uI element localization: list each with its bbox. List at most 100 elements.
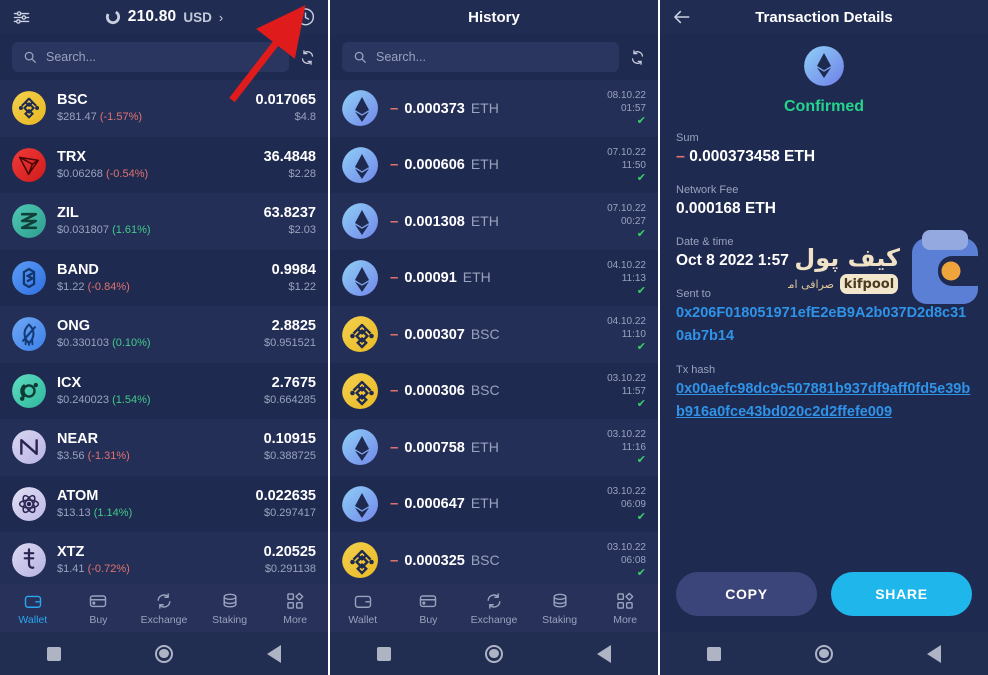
coin-usd-value: $0.951521 — [264, 337, 316, 350]
transaction-row[interactable]: – 0.000373 ETH 08.10.22 01:57 ✔ — [330, 80, 658, 137]
details-screen: Transaction Details Confirmed Sum – 0.00… — [660, 0, 988, 632]
exchange-icon — [484, 591, 504, 611]
transaction-symbol: ETH — [462, 269, 491, 286]
coin-row[interactable]: TRX $0.06268 (-0.54%) 36.4848 $2.28 — [0, 136, 328, 193]
transaction-date: 03.10.22 — [607, 542, 646, 554]
coin-quantity: 2.8825 — [271, 318, 316, 335]
tab-staking[interactable]: Staking — [197, 591, 263, 626]
coin-row[interactable]: XTZ $1.41 (-0.72%) 0.20525 $0.291138 — [0, 532, 328, 584]
card-icon — [418, 591, 438, 611]
history-clock-icon[interactable] — [295, 7, 316, 28]
transaction-time: 00:27 — [620, 216, 646, 228]
tab-buy[interactable]: Buy — [396, 591, 462, 626]
field-sent-to: Sent to 0x206F018051971efE2eB9A2b037D2d8… — [676, 286, 972, 348]
coin-list[interactable]: BSC $281.47 (-1.57%) 0.017065 $4.8 TRX $… — [0, 80, 328, 584]
wallet-header: 210.80 USD › — [0, 0, 328, 34]
transaction-row[interactable]: – 0.000307 BSC 04.10.22 11:10 ✔ — [330, 306, 658, 363]
history-search-input[interactable]: Search... — [342, 42, 619, 72]
coin-info: ZIL $0.031807 (1.61%) — [57, 204, 253, 238]
recents-square-icon[interactable] — [377, 646, 391, 661]
back-arrow-icon[interactable] — [672, 0, 692, 34]
back-triangle-icon[interactable] — [597, 644, 611, 663]
status-check-icon: ✔ — [636, 171, 646, 184]
home-circle-icon[interactable] — [815, 644, 833, 663]
coin-price-row: $1.22 (-0.84%) — [57, 279, 261, 295]
settings-sliders-icon[interactable] — [12, 8, 31, 27]
coin-usd-value: $2.03 — [288, 224, 316, 237]
tab-buy[interactable]: Buy — [66, 591, 132, 626]
transaction-amount: 0.001308 — [404, 213, 465, 230]
coin-row[interactable]: NEAR $3.56 (-1.31%) 0.10915 $0.388725 — [0, 419, 328, 476]
coin-change-percent: (-0.84%) — [87, 280, 130, 293]
sent-to-address[interactable]: 0x206F018051971efE2eB9A2b037D2d8c310ab7b… — [676, 302, 972, 348]
coin-change-percent: (1.14%) — [93, 506, 133, 519]
coin-row[interactable]: ONG $0.330103 (0.10%) 2.8825 $0.951521 — [0, 306, 328, 363]
transaction-row[interactable]: – 0.00091 ETH 04.10.22 11:13 ✔ — [330, 249, 658, 306]
coin-row[interactable]: BSC $281.47 (-1.57%) 0.017065 $4.8 — [0, 80, 328, 137]
transaction-row[interactable]: – 0.000758 ETH 03.10.22 11:16 ✔ — [330, 419, 658, 476]
tab-exchange[interactable]: Exchange — [461, 591, 527, 626]
transaction-meta: 07.10.22 11:50 ✔ — [607, 146, 646, 184]
transaction-symbol: BSC — [470, 551, 500, 568]
share-button[interactable]: SHARE — [831, 572, 972, 616]
coin-usd-value: $0.388725 — [264, 450, 316, 463]
transaction-row[interactable]: – 0.000606 ETH 07.10.22 11:50 ✔ — [330, 136, 658, 193]
tab-wallet[interactable]: Wallet — [330, 591, 396, 626]
sum-value: – 0.000373458 ETH — [676, 146, 972, 168]
back-triangle-icon[interactable] — [267, 644, 281, 663]
coin-price: $13.13 — [57, 506, 91, 519]
tab-wallet[interactable]: Wallet — [0, 591, 66, 626]
transaction-meta: 04.10.22 11:13 ✔ — [607, 259, 646, 297]
refresh-icon[interactable] — [629, 49, 646, 66]
screenshot-stage: 210.80 USD › Search... BSC $281.47 (-1.5… — [0, 0, 988, 675]
transaction-row[interactable]: – 0.000325 BSC 03.10.22 06:08 ✔ — [330, 532, 658, 584]
transaction-amount-group: – 0.000306 BSC — [390, 382, 595, 399]
transaction-row[interactable]: – 0.000647 ETH 03.10.22 06:09 ✔ — [330, 475, 658, 532]
balance-amount: 210.80 — [127, 8, 177, 25]
xtz-coin-icon — [12, 543, 46, 578]
search-input[interactable]: Search... — [12, 42, 289, 72]
refresh-icon[interactable] — [299, 49, 316, 66]
minus-sign: – — [390, 438, 399, 456]
eth-coin-icon — [804, 46, 844, 86]
tx-hash-link[interactable]: 0x00aefc98dc9c507881b937df9aff0fd5e39bb9… — [676, 378, 972, 424]
transaction-meta: 03.10.22 11:16 ✔ — [607, 428, 646, 466]
coin-price: $1.41 — [57, 563, 85, 576]
coin-change-percent: (0.10%) — [112, 337, 151, 350]
field-datetime: Date & time Oct 8 2022 1:57 — [676, 234, 972, 272]
sent-to-label: Sent to — [676, 288, 711, 300]
home-circle-icon[interactable] — [155, 644, 173, 663]
transaction-list[interactable]: – 0.000373 ETH 08.10.22 01:57 ✔ – 0.0006… — [330, 80, 658, 584]
back-triangle-icon[interactable] — [927, 644, 941, 663]
transaction-row[interactable]: – 0.001308 ETH 07.10.22 00:27 ✔ — [330, 193, 658, 250]
coin-row[interactable]: BAND $1.22 (-0.84%) 0.9984 $1.22 — [0, 249, 328, 306]
bsc-coin-icon — [342, 316, 378, 353]
sum-amount: 0.000373458 ETH — [689, 148, 816, 165]
transaction-row[interactable]: – 0.000306 BSC 03.10.22 11:57 ✔ — [330, 362, 658, 419]
wallet-phone-panel: 210.80 USD › Search... BSC $281.47 (-1.5… — [0, 0, 328, 675]
eth-coin-icon — [342, 146, 378, 183]
transaction-amount-group: – 0.000606 ETH — [390, 156, 595, 173]
coin-info: ATOM $13.13 (1.14%) — [57, 487, 245, 521]
tab-label: More — [283, 613, 308, 626]
copy-button[interactable]: COPY — [676, 572, 817, 616]
transaction-meta: 03.10.22 11:57 ✔ — [607, 372, 646, 410]
transaction-meta: 04.10.22 11:10 ✔ — [607, 315, 646, 353]
sum-label: Sum — [676, 132, 699, 144]
band-coin-icon — [12, 260, 46, 295]
tab-more[interactable]: More — [592, 591, 658, 626]
recents-square-icon[interactable] — [707, 646, 721, 661]
coin-row[interactable]: ZIL $0.031807 (1.61%) 63.8237 $2.03 — [0, 193, 328, 250]
transaction-meta: 03.10.22 06:08 ✔ — [607, 541, 646, 579]
home-circle-icon[interactable] — [485, 644, 503, 663]
history-phone-panel: History Search... – 0.000373 ETH 08.10.2… — [330, 0, 658, 675]
tab-more[interactable]: More — [262, 591, 328, 626]
recents-square-icon[interactable] — [47, 646, 61, 661]
coin-quantity: 0.9984 — [271, 261, 316, 278]
coin-quantity: 0.10915 — [263, 431, 316, 448]
coin-row[interactable]: ICX $0.240023 (1.54%) 2.7675 $0.664285 — [0, 362, 328, 419]
coin-row[interactable]: ATOM $13.13 (1.14%) 0.022635 $0.297417 — [0, 475, 328, 532]
tab-label: Buy — [89, 613, 108, 626]
tab-staking[interactable]: Staking — [527, 591, 593, 626]
tab-exchange[interactable]: Exchange — [131, 591, 197, 626]
